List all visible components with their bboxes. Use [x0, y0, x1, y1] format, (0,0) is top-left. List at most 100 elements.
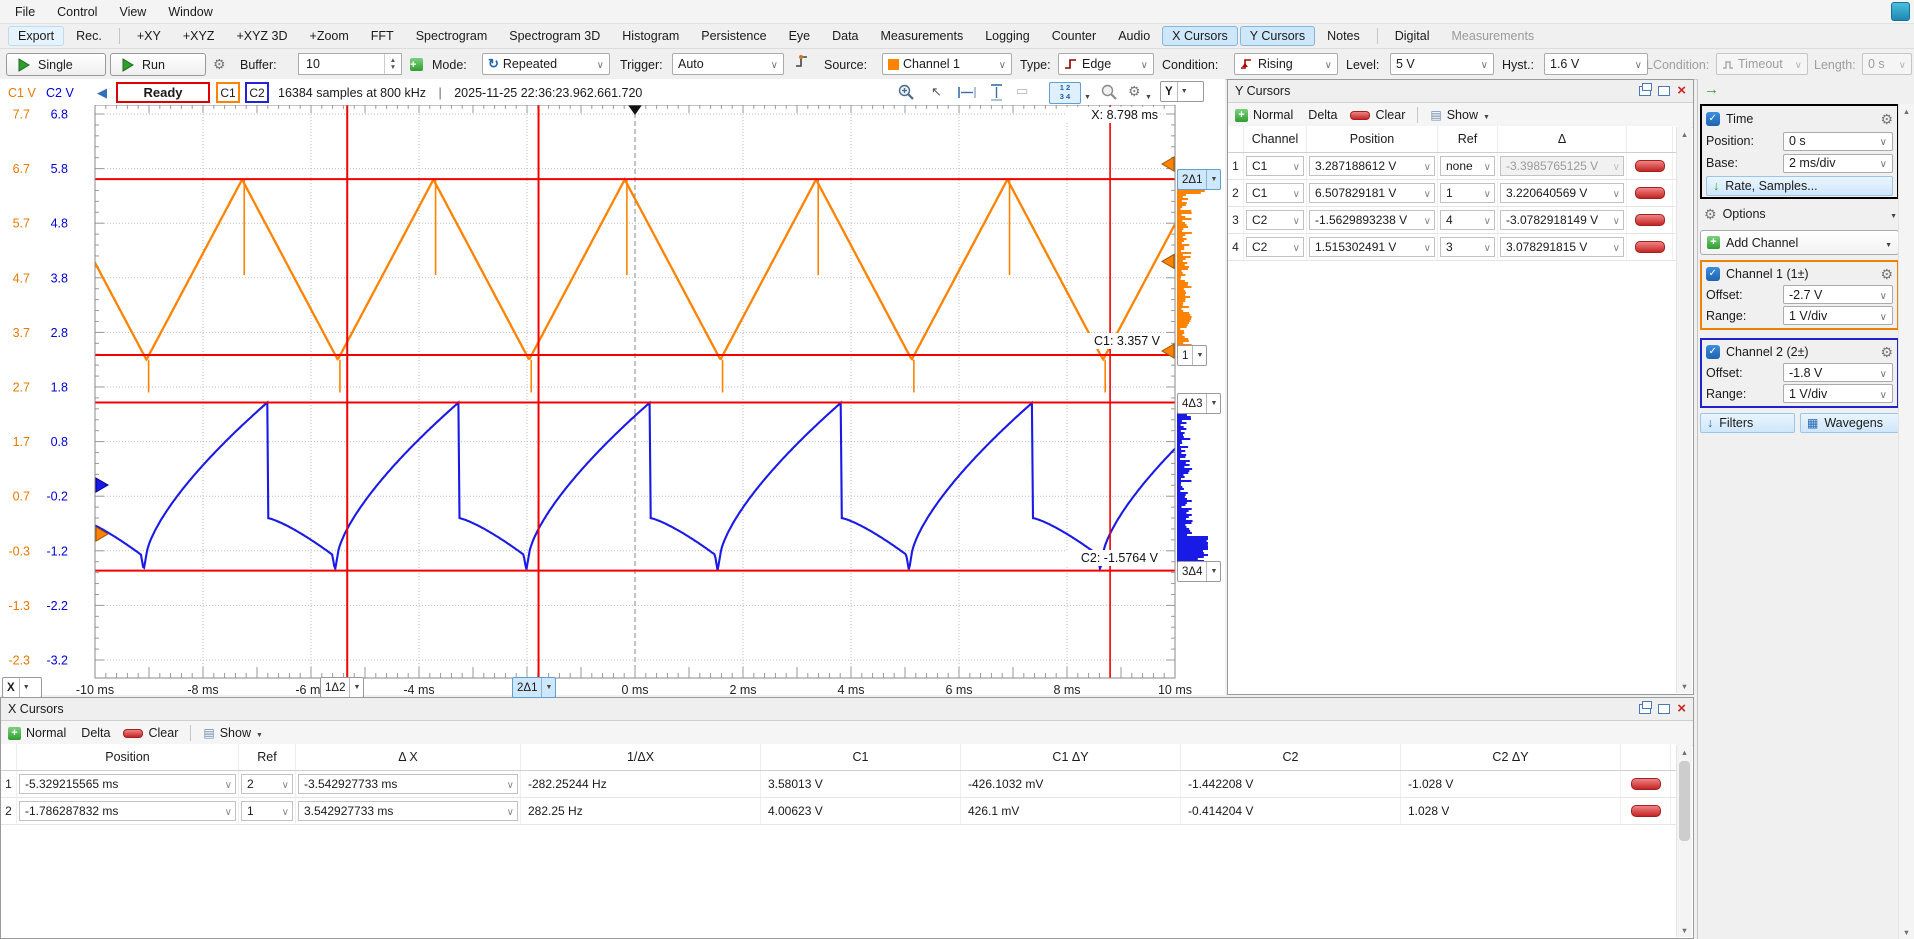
close-icon[interactable]	[1677, 703, 1686, 715]
tab-logging[interactable]: Logging	[975, 26, 1040, 46]
tab-eye[interactable]: Eye	[779, 26, 821, 46]
dropdown-arrow-icon[interactable]	[1177, 82, 1191, 101]
menu-window[interactable]: Window	[157, 2, 223, 22]
position-select[interactable]: 6.507829181 V	[1309, 183, 1435, 203]
add-delta-cursor-button[interactable]: Delta	[1308, 108, 1337, 122]
channel-select[interactable]: C2	[1246, 210, 1304, 230]
tab-rec[interactable]: Rec.	[66, 26, 112, 46]
x-axis-mode-select[interactable]: X	[2, 677, 42, 698]
remove-cursor-button[interactable]	[1635, 241, 1665, 253]
dropdown-arrow-icon[interactable]	[1206, 562, 1220, 581]
channel2-badge[interactable]: C2	[245, 82, 269, 103]
ref-select[interactable]: 3	[1440, 237, 1495, 257]
channel2-range-select[interactable]: 1 V/div	[1783, 384, 1893, 403]
pointer-select-icon[interactable]	[931, 84, 942, 100]
channel-select[interactable]: C2	[1246, 237, 1304, 257]
measure-icon[interactable]	[1016, 83, 1028, 99]
fit-horizontal-icon[interactable]	[957, 85, 977, 100]
sidebar-scrollbar[interactable]: ▲ ▼	[1898, 104, 1914, 939]
tab-audio[interactable]: Audio	[1108, 26, 1160, 46]
channel1-range-select[interactable]: 1 V/div	[1783, 306, 1893, 325]
y-cursors-titlebar[interactable]: Y Cursors	[1228, 80, 1693, 103]
menu-view[interactable]: View	[108, 2, 157, 22]
add-normal-cursor-button[interactable]: Normal	[8, 726, 66, 740]
dx-select[interactable]: 3.542927733 ms	[298, 801, 518, 821]
buffer-spinner[interactable]: 10	[298, 53, 402, 75]
menu-file[interactable]: File	[4, 2, 46, 22]
time-position-select[interactable]: 0 s	[1783, 132, 1893, 151]
add-normal-cursor-button[interactable]: Normal	[1235, 108, 1293, 122]
tab-export[interactable]: Export	[8, 26, 64, 46]
time-settings-icon[interactable]	[1880, 111, 1893, 128]
scroll-thumb[interactable]	[1679, 761, 1690, 841]
scroll-down-icon[interactable]: ▼	[1677, 679, 1692, 693]
tab-xy[interactable]: +XY	[127, 26, 171, 46]
source-select[interactable]: Channel 1	[882, 53, 1012, 75]
clear-cursors-button[interactable]: Clear	[1350, 108, 1405, 122]
x-cursors-scrollbar[interactable]: ▲ ▼	[1676, 745, 1692, 937]
channel2-checkbox[interactable]	[1706, 345, 1720, 359]
spinner-arrows-icon[interactable]	[384, 54, 401, 74]
y-cursors-scrollbar[interactable]: ▲ ▼	[1676, 127, 1692, 693]
rate-samples-button[interactable]: Rate, Samples...	[1706, 176, 1893, 196]
remove-cursor-button[interactable]	[1635, 160, 1665, 172]
remove-cursor-button[interactable]	[1631, 778, 1661, 790]
delta-select[interactable]: 3.220640569 V	[1500, 183, 1624, 203]
y-axis-mode-select[interactable]: Y	[1160, 81, 1204, 102]
run-button[interactable]: Run	[110, 53, 206, 76]
single-button[interactable]: Single	[6, 53, 106, 76]
channel1-settings-icon[interactable]	[1880, 266, 1893, 283]
add-delta-cursor-button[interactable]: Delta	[81, 726, 110, 740]
clear-cursors-button[interactable]: Clear	[123, 726, 178, 740]
tab-counter[interactable]: Counter	[1042, 26, 1106, 46]
dropdown-arrow-icon[interactable]	[1206, 394, 1220, 413]
history-back-icon[interactable]	[97, 85, 107, 101]
time-base-select[interactable]: 2 ms/div	[1783, 154, 1893, 173]
dx-select[interactable]: -3.542927733 ms	[298, 774, 518, 794]
tab-fft[interactable]: FFT	[361, 26, 404, 46]
green-arrow-icon[interactable]	[1704, 81, 1719, 98]
channel-select[interactable]: C1	[1246, 156, 1304, 176]
tab-histogram[interactable]: Histogram	[612, 26, 689, 46]
fit-vertical-icon[interactable]	[989, 83, 1004, 102]
delta-select[interactable]: -3.0782918149 V	[1500, 210, 1624, 230]
trigger-select[interactable]: Auto	[672, 53, 784, 75]
restore-icon[interactable]	[1639, 704, 1651, 714]
menu-control[interactable]: Control	[46, 2, 108, 22]
scroll-down-icon[interactable]: ▼	[1677, 923, 1692, 937]
ref-select[interactable]: 1	[1440, 183, 1495, 203]
dropdown-arrow-icon[interactable]	[541, 678, 555, 697]
mode-select[interactable]: Repeated	[482, 53, 610, 75]
dropdown-arrow-icon[interactable]	[19, 678, 33, 697]
close-icon[interactable]	[1677, 85, 1686, 97]
tab-xyz[interactable]: +XYZ	[173, 26, 225, 46]
tab-y-cursors[interactable]: Y Cursors	[1240, 26, 1315, 46]
options-row[interactable]: Options	[1704, 203, 1897, 225]
plot-settings-icon[interactable]	[1128, 83, 1141, 100]
dropdown-arrow-icon[interactable]	[1206, 170, 1220, 189]
tab-notes[interactable]: Notes	[1317, 26, 1370, 46]
scroll-down-icon[interactable]: ▼	[1899, 925, 1914, 939]
position-select[interactable]: -1.786287832 ms	[19, 801, 236, 821]
remove-cursor-button[interactable]	[1631, 805, 1661, 817]
type-select[interactable]: Edge	[1058, 53, 1154, 75]
x-cursor-combo-1-2[interactable]: 1Δ2	[320, 677, 364, 698]
scroll-up-icon[interactable]: ▲	[1677, 127, 1692, 141]
condition-select[interactable]: Rising	[1234, 53, 1338, 75]
position-select[interactable]: -1.5629893238 V	[1309, 210, 1435, 230]
chevron-down-icon[interactable]	[1145, 88, 1152, 102]
channel-select[interactable]: C1	[1246, 183, 1304, 203]
tab-xyz-3d[interactable]: +XYZ 3D	[226, 26, 297, 46]
wavegens-button[interactable]: Wavegens	[1800, 413, 1899, 433]
scope-plot[interactable]: 7.76.75.74.73.72.71.70.7-0.3-1.3-2.36.85…	[0, 105, 1225, 695]
x-cursors-titlebar[interactable]: X Cursors	[1, 698, 1693, 721]
channel1-offset-select[interactable]: -2.7 V	[1783, 285, 1893, 304]
maximize-icon[interactable]	[1658, 86, 1670, 96]
y-cursor-combo-2-1[interactable]: 2Δ1	[1177, 169, 1221, 190]
tab-spectrogram[interactable]: Spectrogram	[406, 26, 498, 46]
channels-1234-icon[interactable]	[1049, 82, 1081, 104]
show-menu-button[interactable]: Show	[203, 726, 263, 740]
position-select[interactable]: 1.515302491 V	[1309, 237, 1435, 257]
maximize-icon[interactable]	[1658, 704, 1670, 714]
y-cursor-combo-3-4[interactable]: 3Δ4	[1177, 561, 1221, 582]
